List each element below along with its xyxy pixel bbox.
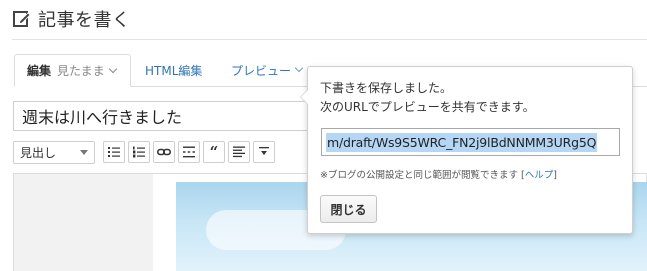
table-of-contents-button[interactable] xyxy=(228,141,250,163)
bulleted-list-icon xyxy=(108,147,120,157)
tab-edit-mode: 見たまま xyxy=(57,64,105,78)
close-button[interactable]: 閉じる xyxy=(320,195,377,223)
chevron-down-icon xyxy=(294,63,304,73)
quote-button[interactable]: “ xyxy=(203,141,225,163)
chevron-down-icon xyxy=(108,64,117,73)
quote-icon: “ xyxy=(209,142,219,161)
tab-preview[interactable]: プレビュー xyxy=(231,54,304,86)
preview-url-field[interactable]: m/draft/Ws9S5WRC_FN2j9lBdNNMM3URg5Q xyxy=(321,128,620,156)
popover-note-close: ] xyxy=(553,170,557,181)
popover-message-saved: 下書きを保存しました。 xyxy=(320,81,453,95)
popover-note: ※ブログの公開設定と同じ範囲が閲覧できます [ヘルプ] xyxy=(320,167,557,181)
preview-share-popover: 下書きを保存しました。 次のURLでプレビューを共有できます。 m/draft/… xyxy=(300,66,633,234)
editor-sidebar xyxy=(13,173,153,271)
heading-select[interactable]: 見出し xyxy=(13,140,95,164)
footnote-button[interactable] xyxy=(253,141,275,163)
more-separator-button[interactable] xyxy=(178,141,200,163)
footnote-icon xyxy=(259,147,269,155)
header-divider xyxy=(12,39,647,40)
popover-arrow xyxy=(300,89,308,105)
link-icon xyxy=(157,148,171,156)
numbered-list-icon xyxy=(133,146,145,158)
help-link[interactable]: ヘルプ xyxy=(525,170,554,181)
tab-edit[interactable]: 編集 見たまま xyxy=(14,54,131,87)
page-header: 記事を書く xyxy=(12,6,131,32)
tab-edit-label: 編集 xyxy=(27,64,52,78)
tab-preview-label: プレビュー xyxy=(231,63,292,78)
editor-toolbar: 見出し “ xyxy=(13,140,278,164)
more-separator-icon xyxy=(183,146,195,158)
popover-note-text: ※ブログの公開設定と同じ範囲が閲覧できます [ xyxy=(320,170,525,181)
preview-url-text: m/draft/Ws9S5WRC_FN2j9lBdNNMM3URg5Q xyxy=(326,132,598,152)
title-input[interactable] xyxy=(13,101,333,131)
page-title: 記事を書く xyxy=(38,10,131,31)
dropdown-arrow-icon xyxy=(80,149,88,155)
edit-pencil-icon xyxy=(13,11,31,27)
popover-message-share: 次のURLでプレビューを共有できます。 xyxy=(320,100,535,114)
bulleted-list-button[interactable] xyxy=(103,141,125,163)
numbered-list-button[interactable] xyxy=(128,141,150,163)
link-button[interactable] xyxy=(153,141,175,163)
tab-html-edit[interactable]: HTML編集 xyxy=(145,54,202,86)
heading-select-value: 見出し xyxy=(20,145,57,160)
table-of-contents-icon xyxy=(233,146,245,158)
